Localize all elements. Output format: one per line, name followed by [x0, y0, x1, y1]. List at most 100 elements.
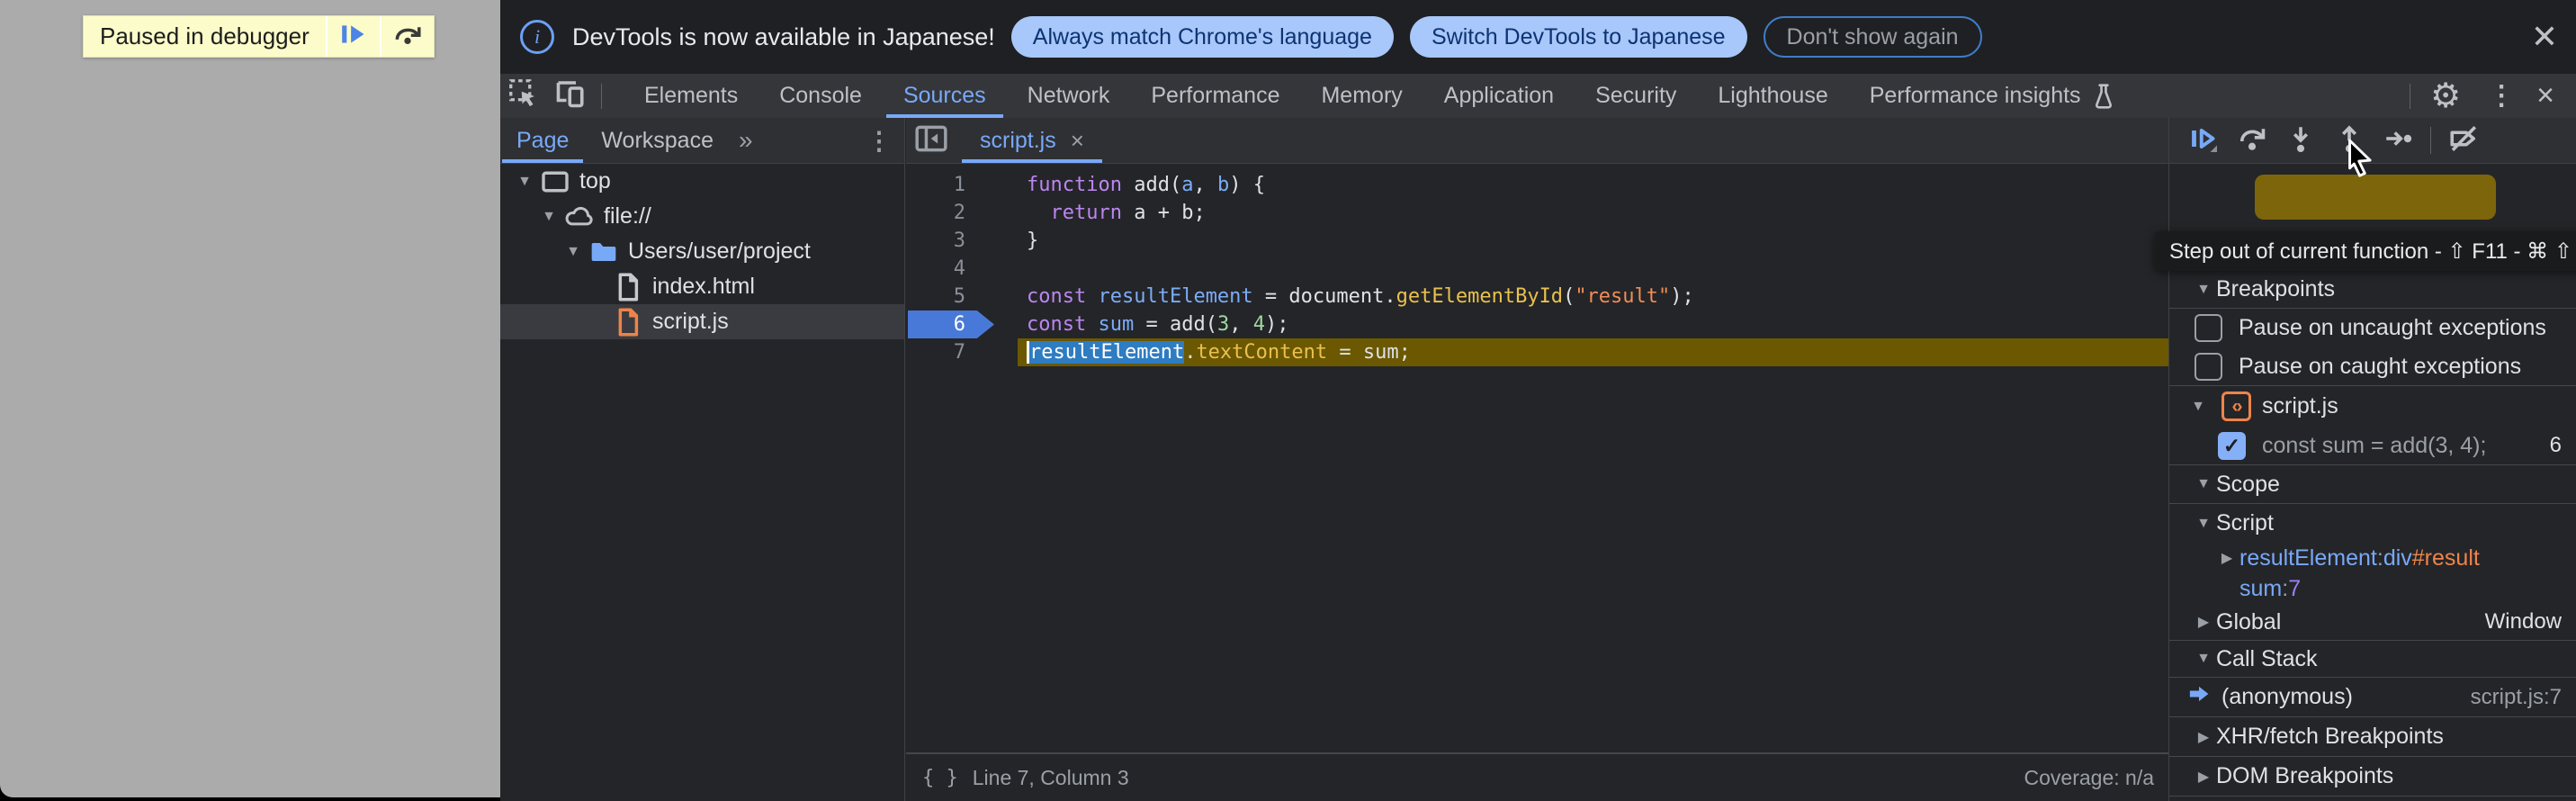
breakpoint-file-group[interactable]: ▼ ‹› script.js — [2169, 386, 2576, 427]
line-number-text: 4 — [954, 257, 965, 280]
pretty-print-icon[interactable]: { } — [922, 767, 958, 789]
code-line[interactable]: const resultElement = document.getElemen… — [1018, 283, 2168, 310]
code-line[interactable]: const sum = add(3, 4); — [1018, 310, 2168, 338]
section-xhr-breakpoints[interactable]: ▶ XHR/fetch Breakpoints — [2169, 717, 2576, 757]
line-number[interactable]: 7 — [906, 338, 1018, 366]
frame-location: script.js:7 — [2471, 685, 2562, 710]
inspect-element-button[interactable] — [500, 74, 547, 118]
device-toolbar-button[interactable] — [547, 74, 594, 118]
editor-tabbar: script.js × — [906, 118, 2168, 164]
section-dom-breakpoints[interactable]: ▶ DOM Breakpoints — [2169, 757, 2576, 796]
scope-script-row[interactable]: ▼ Script — [2169, 504, 2576, 543]
toolbar-right-cluster: ⚙ ⋮ × — [2402, 74, 2576, 118]
line-number[interactable]: 3 — [906, 227, 1018, 255]
navigator-menu-icon[interactable]: ⋮ — [866, 126, 892, 156]
line-number-gutter[interactable]: 1 2 34 567 — [906, 164, 1018, 752]
code-token — [1086, 313, 1098, 336]
code-editor[interactable]: 1234567 function add(a, b) { return a + … — [906, 164, 2168, 752]
tab-page[interactable]: Page — [500, 118, 585, 163]
line-number-text: 2 — [954, 202, 965, 224]
tab-sources[interactable]: Sources — [883, 74, 1007, 118]
step-over-button[interactable] — [2232, 121, 2272, 160]
settings-gear-icon[interactable]: ⚙ — [2418, 76, 2473, 116]
tab-label: Lighthouse — [1718, 83, 1827, 109]
more-options-icon[interactable]: ⋮ — [2473, 80, 2529, 112]
tab-workspace[interactable]: Workspace — [585, 118, 730, 163]
code-line[interactable] — [1018, 255, 2168, 283]
code-token: getElementById — [1396, 285, 1563, 308]
file-tree: ▼top▼file://▼Users/user/projectindex.htm… — [500, 164, 904, 339]
dont-show-again-button[interactable]: Don't show again — [1764, 16, 1982, 58]
line-number[interactable]: 2 — [906, 199, 1018, 227]
tab-security[interactable]: Security — [1575, 74, 1697, 118]
editor-statusbar: { } Line 7, Column 3 Coverage: n/a — [906, 752, 2168, 801]
code-line[interactable]: return a + b; — [1018, 199, 2168, 227]
tab-console[interactable]: Console — [758, 74, 883, 118]
editor-pane: script.js × 1234567 function add(a, b) {… — [906, 118, 2168, 801]
pause-uncaught-checkbox[interactable] — [2195, 314, 2222, 342]
expander-icon[interactable]: ▼ — [511, 174, 538, 190]
step-button[interactable] — [2378, 121, 2418, 160]
code-line[interactable]: } — [1018, 227, 2168, 255]
deactivate-breakpoints-button[interactable] — [2444, 121, 2483, 160]
close-devtools-icon[interactable]: × — [2529, 78, 2562, 113]
line-number-text: 5 — [954, 285, 965, 308]
tab-elements[interactable]: Elements — [624, 74, 758, 118]
editor-tab-scriptjs[interactable]: script.js × — [956, 118, 1108, 163]
pause-caught-row[interactable]: Pause on caught exceptions — [2169, 347, 2576, 386]
infobar-close-icon[interactable]: ✕ — [2531, 21, 2558, 53]
tab-label: Network — [1028, 83, 1110, 109]
more-tabs-icon[interactable]: » — [730, 126, 762, 155]
tab-performance[interactable]: Performance — [1130, 74, 1300, 118]
breakpoint-entry[interactable]: ✓ const sum = add(3, 4); 6 — [2169, 427, 2576, 465]
page-background: Paused in debugger — [0, 0, 500, 797]
folder-icon — [587, 240, 621, 264]
tab-lighthouse[interactable]: Lighthouse — [1697, 74, 1848, 118]
main-toolbar: ElementsConsoleSources Network Performance… — [500, 74, 2576, 118]
code-token: 4 — [1253, 313, 1265, 336]
breakpoint-checkbox[interactable]: ✓ — [2218, 432, 2246, 460]
pause-uncaught-row[interactable]: Pause on uncaught exceptions — [2169, 309, 2576, 347]
code-lines[interactable]: function add(a, b) { return a + b;} const… — [1018, 164, 2168, 752]
tree-item-top[interactable]: ▼top — [500, 164, 904, 199]
execution-line[interactable]: resultElement.textContent = sum; — [1018, 338, 2168, 366]
chevron-right-icon: ▶ — [2191, 613, 2216, 631]
tree-item-file-[interactable]: ▼file:// — [500, 199, 904, 234]
line-number[interactable]: 5 — [906, 283, 1018, 310]
var-separator: : — [2377, 545, 2383, 572]
section-scope[interactable]: ▼ Scope — [2169, 465, 2576, 504]
tab-application[interactable]: Application — [1423, 74, 1575, 118]
always-match-language-button[interactable]: Always match Chrome's language — [1011, 16, 1394, 58]
step-over-script-button[interactable] — [380, 16, 434, 57]
scope-global-row[interactable]: ▶ Global Window — [2169, 604, 2576, 641]
xhr-label: XHR/fetch Breakpoints — [2216, 724, 2444, 750]
line-number[interactable]: 1 — [906, 171, 1018, 199]
toggle-navigator-button[interactable] — [906, 119, 956, 163]
switch-to-japanese-button[interactable]: Switch DevTools to Japanese — [1410, 16, 1747, 58]
tab-network[interactable]: Network — [1007, 74, 1131, 118]
expander-icon[interactable]: ▼ — [535, 209, 562, 225]
section-breakpoints[interactable]: ▼ Breakpoints — [2169, 271, 2576, 309]
tree-item-script-js[interactable]: script.js — [500, 304, 904, 339]
call-stack-frame[interactable]: (anonymous) script.js:7 — [2169, 678, 2576, 717]
pause-caught-checkbox[interactable] — [2195, 353, 2222, 381]
file-icon — [611, 273, 645, 302]
tab-performance-insights[interactable]: Performance insights — [1849, 74, 2136, 118]
step-into-button[interactable] — [2281, 121, 2320, 160]
section-call-stack[interactable]: ▼ Call Stack — [2169, 641, 2576, 678]
tab-memory[interactable]: Memory — [1300, 74, 1423, 118]
chevron-down-icon: ▼ — [2191, 282, 2216, 298]
tab-label: Security — [1595, 83, 1676, 109]
scope-var-sum[interactable]: sum: 7 — [2169, 573, 2576, 604]
tree-item-users-user-project[interactable]: ▼Users/user/project — [500, 234, 904, 269]
tree-item-index-html[interactable]: index.html — [500, 269, 904, 304]
expander-icon[interactable]: ▼ — [560, 244, 587, 260]
breakpoint-line-number[interactable]: 6 — [906, 310, 1018, 338]
code-line[interactable]: function add(a, b) { — [1018, 171, 2168, 199]
resume-button[interactable] — [2184, 121, 2223, 160]
editor-tab-close-icon[interactable]: × — [1071, 127, 1084, 155]
scope-var-resultelement[interactable]: ▶ resultElement: div#result — [2169, 543, 2576, 573]
line-number[interactable]: 4 — [906, 255, 1018, 283]
inspect-cursor-icon — [507, 77, 540, 114]
resume-script-button[interactable] — [326, 16, 380, 57]
